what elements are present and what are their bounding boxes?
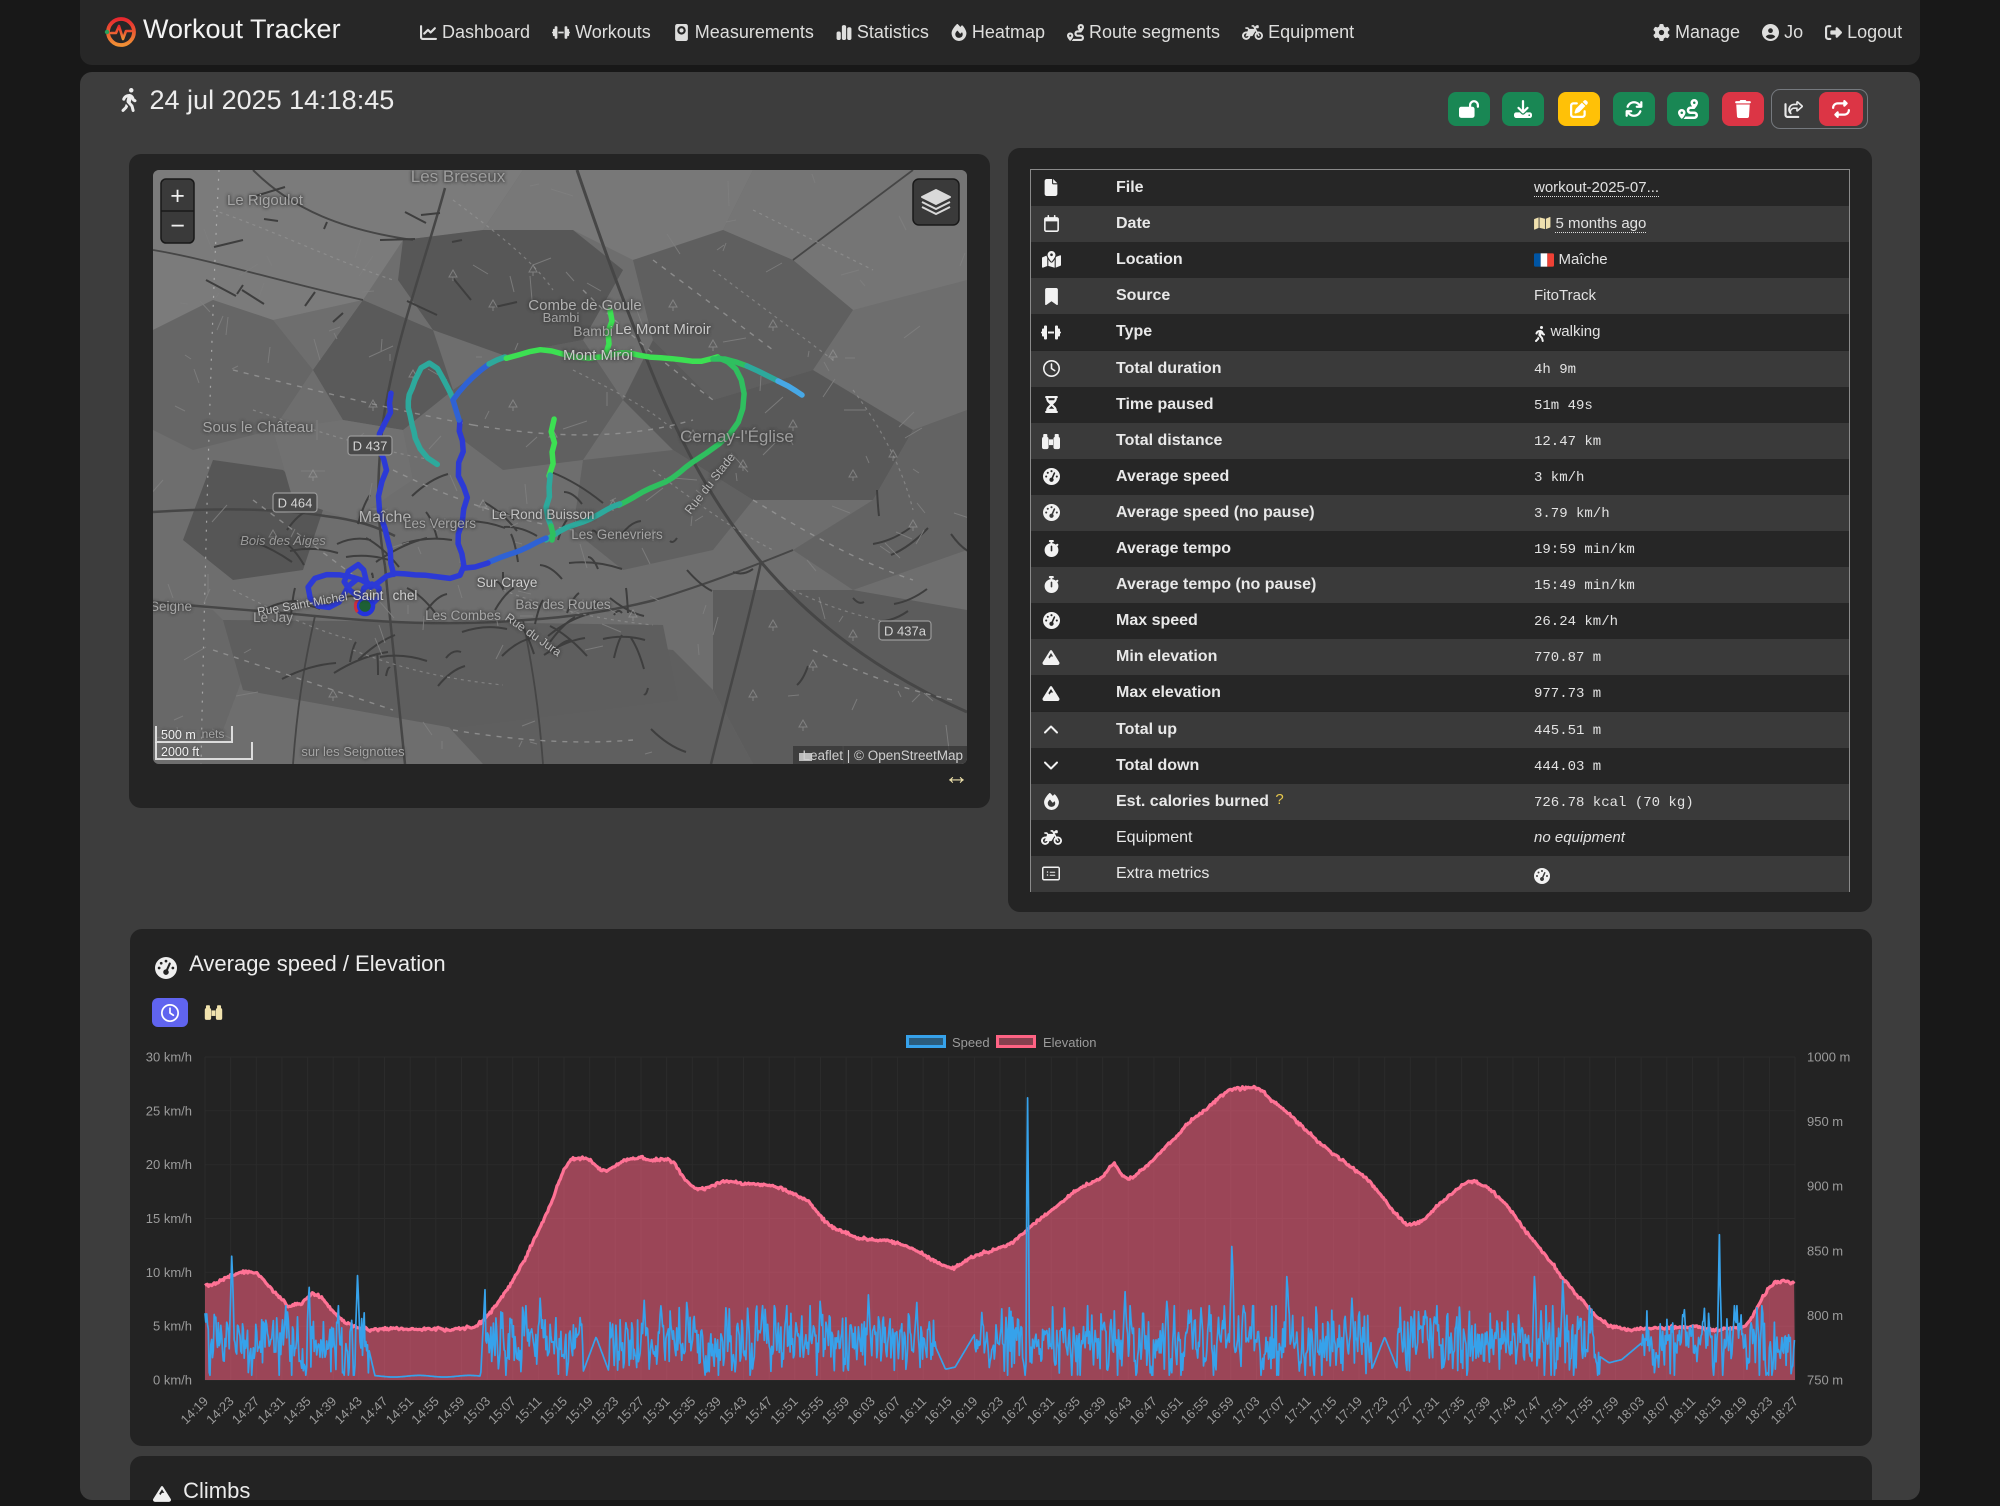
- svg-text:Les Combes: Les Combes: [425, 608, 501, 623]
- svg-text:Bambi: Bambi: [573, 323, 613, 339]
- svg-text:D 437: D 437: [353, 439, 388, 454]
- svg-text:Bas des Routes: Bas des Routes: [515, 597, 611, 612]
- svg-text:+: +: [170, 182, 185, 210]
- svg-text:Leaflet | © OpenStreetMap: Leaflet | © OpenStreetMap: [802, 748, 963, 763]
- svg-text:Sous le Château: Sous le Château: [203, 419, 314, 436]
- svg-text:Les Genevriers: Les Genevriers: [571, 527, 663, 542]
- svg-text:Cernay-l'Église: Cernay-l'Église: [680, 427, 794, 446]
- svg-text:−: −: [170, 212, 185, 240]
- svg-text:sur les Seignottes: sur les Seignottes: [301, 744, 405, 759]
- svg-text:D 464: D 464: [278, 496, 313, 511]
- svg-text:Saint: Saint: [353, 588, 384, 603]
- svg-text:D 437a: D 437a: [884, 624, 927, 639]
- svg-text:Seigne: Seigne: [153, 599, 192, 614]
- svg-text:chel: chel: [393, 588, 418, 603]
- svg-text:Le Rond Buisson: Le Rond Buisson: [492, 507, 595, 522]
- svg-text:Le Mont Miroir: Le Mont Miroir: [615, 321, 711, 338]
- svg-text:Les Vergers: Les Vergers: [404, 516, 476, 531]
- svg-text:Bois des Aiges: Bois des Aiges: [240, 533, 326, 548]
- svg-text:500 m: 500 m: [161, 728, 196, 742]
- svg-text:Les Breseux: Les Breseux: [411, 170, 506, 186]
- svg-text:2000 ft: 2000 ft: [161, 745, 200, 759]
- svg-text:Mont Miroi: Mont Miroi: [563, 347, 633, 364]
- svg-text:Le Rigoulot: Le Rigoulot: [227, 192, 304, 209]
- svg-text:Le Jay: Le Jay: [253, 610, 293, 625]
- svg-text:nets: nets: [202, 727, 225, 741]
- svg-text:Sur Craye: Sur Craye: [477, 575, 538, 590]
